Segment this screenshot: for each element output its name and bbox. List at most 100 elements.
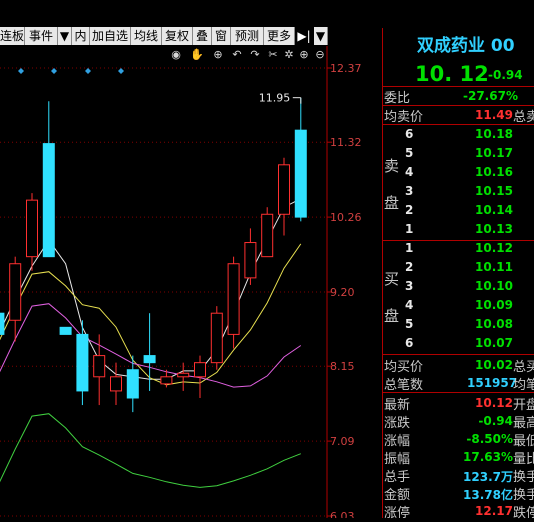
tab-events-dropdown[interactable]: ▼ [58,27,72,45]
book-level: 5 [405,146,414,160]
candle[interactable] [9,256,22,342]
stat-value: 123.7万 [463,470,513,484]
book-level: 4 [405,298,414,312]
divider [383,392,534,393]
book-level: 5 [405,317,414,331]
price-tick-label: 9.20 [330,286,355,299]
junmai-value: 11.49 [475,108,513,122]
book-level: 6 [405,336,414,350]
book-level: 2 [405,203,414,217]
candle[interactable] [210,306,223,370]
book-price[interactable]: 10.07 [467,336,513,350]
tab-more[interactable]: 更多 [264,27,295,45]
stat-extra-label: 最高 [513,416,534,431]
price-tick-label: 6.03 [330,510,355,518]
tab-moving-average[interactable]: 均线 [131,27,162,45]
candle[interactable] [278,157,290,236]
event-marker-icon [18,68,24,74]
tab-next-icon[interactable]: ▶| [295,27,313,45]
candle[interactable] [194,355,206,398]
price-tick-label: 10.26 [330,211,362,224]
tab-dropdown[interactable]: ▼ [314,27,328,45]
stat-value: 12.17 [475,504,513,518]
stat-value: 10.12 [475,396,513,410]
junmai2-label: 均买价 [384,360,424,375]
candle[interactable] [294,97,307,222]
stat-value: 13.78亿 [463,488,513,502]
price-tick-label: 7.09 [330,435,355,448]
price-change: -0.94 [488,68,523,82]
stat-extra-label: 换手 [513,488,534,503]
zongbi-label: 总笔数 [384,378,424,393]
book-price[interactable]: 10.11 [467,260,513,274]
stat-label: 涨跌 [384,416,411,431]
stat-extra-label: 换手 [513,470,534,485]
book-price[interactable]: 10.09 [467,298,513,312]
stat-value: -0.94 [478,414,513,428]
book-price[interactable]: 10.15 [467,184,513,198]
event-marker-icon [118,68,124,74]
stat-label: 振幅 [384,452,411,467]
candle[interactable] [26,193,38,271]
candle[interactable] [110,362,122,406]
tab-inner[interactable]: 内 [72,27,90,45]
kline-svg[interactable]: 12.37 11.32 10.26 9.20 8.15 7.09 6.03 11.95 [0,46,382,522]
stat-label: 金额 [384,488,411,503]
event-marker-icon [85,68,91,74]
candle[interactable] [227,256,240,349]
book-price[interactable]: 10.18 [467,127,513,141]
book-price[interactable]: 10.12 [467,241,513,255]
buy-side-label: 买 [384,270,400,288]
divider [383,354,534,355]
tab-overlay[interactable]: 叠 [193,27,212,45]
stat-value: -8.50% [466,432,513,446]
sell-side-label: 卖 [384,157,400,175]
total-buy-label: 总买 [513,360,534,375]
tab-adjust[interactable]: 复权 [162,27,193,45]
candle[interactable] [42,101,55,258]
tab-events[interactable]: 事件 [25,27,58,45]
stat-extra-label: 最低 [513,434,534,449]
stat-extra-label: 跌停 [513,506,534,521]
book-price[interactable]: 10.13 [467,222,513,236]
tab-add-watchlist[interactable]: 加自选 [90,27,131,45]
ma20-line [0,303,302,388]
book-level: 3 [405,184,414,198]
book-price[interactable]: 10.08 [467,317,513,331]
candle[interactable] [261,207,274,258]
book-level: 6 [405,127,414,141]
event-marker-icon [51,68,57,74]
book-level: 1 [405,241,414,255]
book-level: 4 [405,165,414,179]
candle[interactable] [0,306,5,355]
stat-extra-label: 量比 [513,452,534,467]
buy-side-label-2: 盘 [384,307,400,325]
total-sell-label: 总卖 [513,110,534,125]
candle[interactable] [93,334,106,406]
tab-forecast[interactable]: 预测 [231,27,264,45]
book-price[interactable]: 10.10 [467,279,513,293]
tab-window[interactable]: 窗 [212,27,231,45]
stat-label: 总手 [384,470,411,485]
current-price: 10. 12 [415,62,489,86]
candle[interactable] [59,326,72,335]
candle[interactable] [177,362,190,391]
tab-lianban[interactable]: 连板 [0,27,25,45]
stat-label: 涨停 [384,506,411,521]
stat-value: 17.63% [463,450,513,464]
weibi-label: 委比 [384,91,411,106]
stat-label: 最新 [384,398,411,413]
high-price-label: 11.95 [259,92,291,105]
price-tick-label: 11.32 [330,136,362,149]
book-price[interactable]: 10.16 [467,165,513,179]
book-level: 2 [405,260,414,274]
kline-chart[interactable]: 12.37 11.32 10.26 9.20 8.15 7.09 6.03 11.95 [0,46,382,522]
book-level: 3 [405,279,414,293]
avg-trade-label: 均笔 [513,378,534,393]
candle[interactable] [244,228,257,285]
quote-panel: 双成药业 00 10. 12 -0.94 委比 -27.67% 均卖价 11.4… [382,28,534,521]
book-price[interactable]: 10.14 [467,203,513,217]
ma60-line [0,413,301,488]
stat-extra-label: 开盘 [513,398,534,413]
book-price[interactable]: 10.17 [467,146,513,160]
